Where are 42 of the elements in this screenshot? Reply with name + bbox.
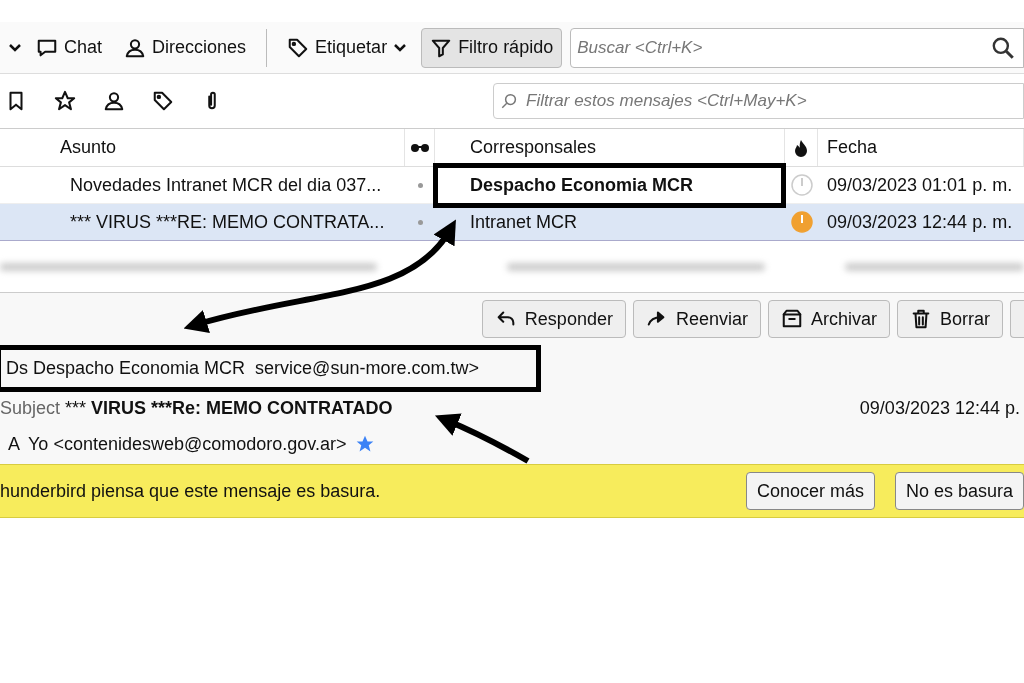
to-label: A	[8, 432, 20, 456]
junk-button[interactable]: No es basura	[894, 472, 1024, 510]
subject-cell-text: *** VIRUS ***RE: MEMO CONTRATA...	[70, 210, 385, 234]
column-header[interactable]: Fecha	[818, 129, 1024, 166]
recipient-text: Yo <contenidesweb@comodoro.gov.ar>	[28, 432, 347, 456]
trash-icon	[910, 308, 932, 330]
star-icon	[54, 90, 76, 112]
sender-text: Ds Despacho Economia MCR service@sun-more.com.tw>	[6, 357, 479, 380]
date-text: 09/03/2023 12:44 p.	[859, 396, 1020, 420]
subject-text: ***	[65, 396, 87, 420]
date-cell-text: 09/03/2023 12:44 p. m.	[826, 210, 1013, 234]
action-button[interactable]: Reenviar	[632, 300, 761, 338]
junk-message: hunderbird piensa que este mensaje es basura.	[0, 479, 381, 503]
subject-text: VIRUS ***Re: MEMO CONTRATADO	[91, 396, 393, 420]
search-icon	[500, 92, 518, 110]
date-cell-text: 09/03/2023 01:01 p. m.	[826, 173, 1013, 197]
search-field[interactable]: Buscar <Ctrl+K>	[570, 27, 1024, 68]
archive-box-icon	[780, 308, 803, 330]
action-button[interactable]: Responder	[481, 300, 626, 338]
column-header[interactable]: Corresponsales	[435, 129, 785, 166]
subject-label: Subject	[0, 396, 61, 420]
action-button[interactable]: Archivar	[767, 300, 890, 338]
action-button[interactable]: Borrar	[897, 300, 1003, 338]
contact-icon	[124, 36, 147, 59]
caret-icon	[393, 42, 408, 53]
toolbar-button[interactable]: Direcciones	[116, 27, 255, 68]
contact-icon	[103, 90, 125, 112]
filter-field[interactable]: Filtrar estos mensajes <Ctrl+May+K>	[493, 83, 1024, 119]
toolbar-button[interactable]: Filtro rápido	[421, 27, 563, 68]
toolbar-button[interactable]: Etiquetar	[279, 27, 416, 68]
toolbar-button[interactable]: Chat	[28, 27, 111, 68]
correspondent-cell-text: Intranet MCR	[470, 210, 578, 234]
tag-icon	[152, 90, 174, 112]
caret-icon	[8, 42, 22, 53]
message-row[interactable]: *** VIRUS ***RE: MEMO CONTRATA... Intranet MCR 09/03/2023 12:44 p. m.	[0, 204, 1024, 241]
glasses-icon	[409, 142, 430, 153]
junk-button[interactable]: Conocer más	[745, 472, 875, 510]
column-header[interactable]: Asunto	[0, 129, 405, 166]
tag-icon	[287, 36, 310, 59]
flame-icon	[794, 138, 808, 157]
subject-cell-text: Novedades Intranet MCR del dia 037...	[70, 173, 382, 197]
correspondent-cell-text: Despacho Economia MCR	[470, 173, 694, 197]
